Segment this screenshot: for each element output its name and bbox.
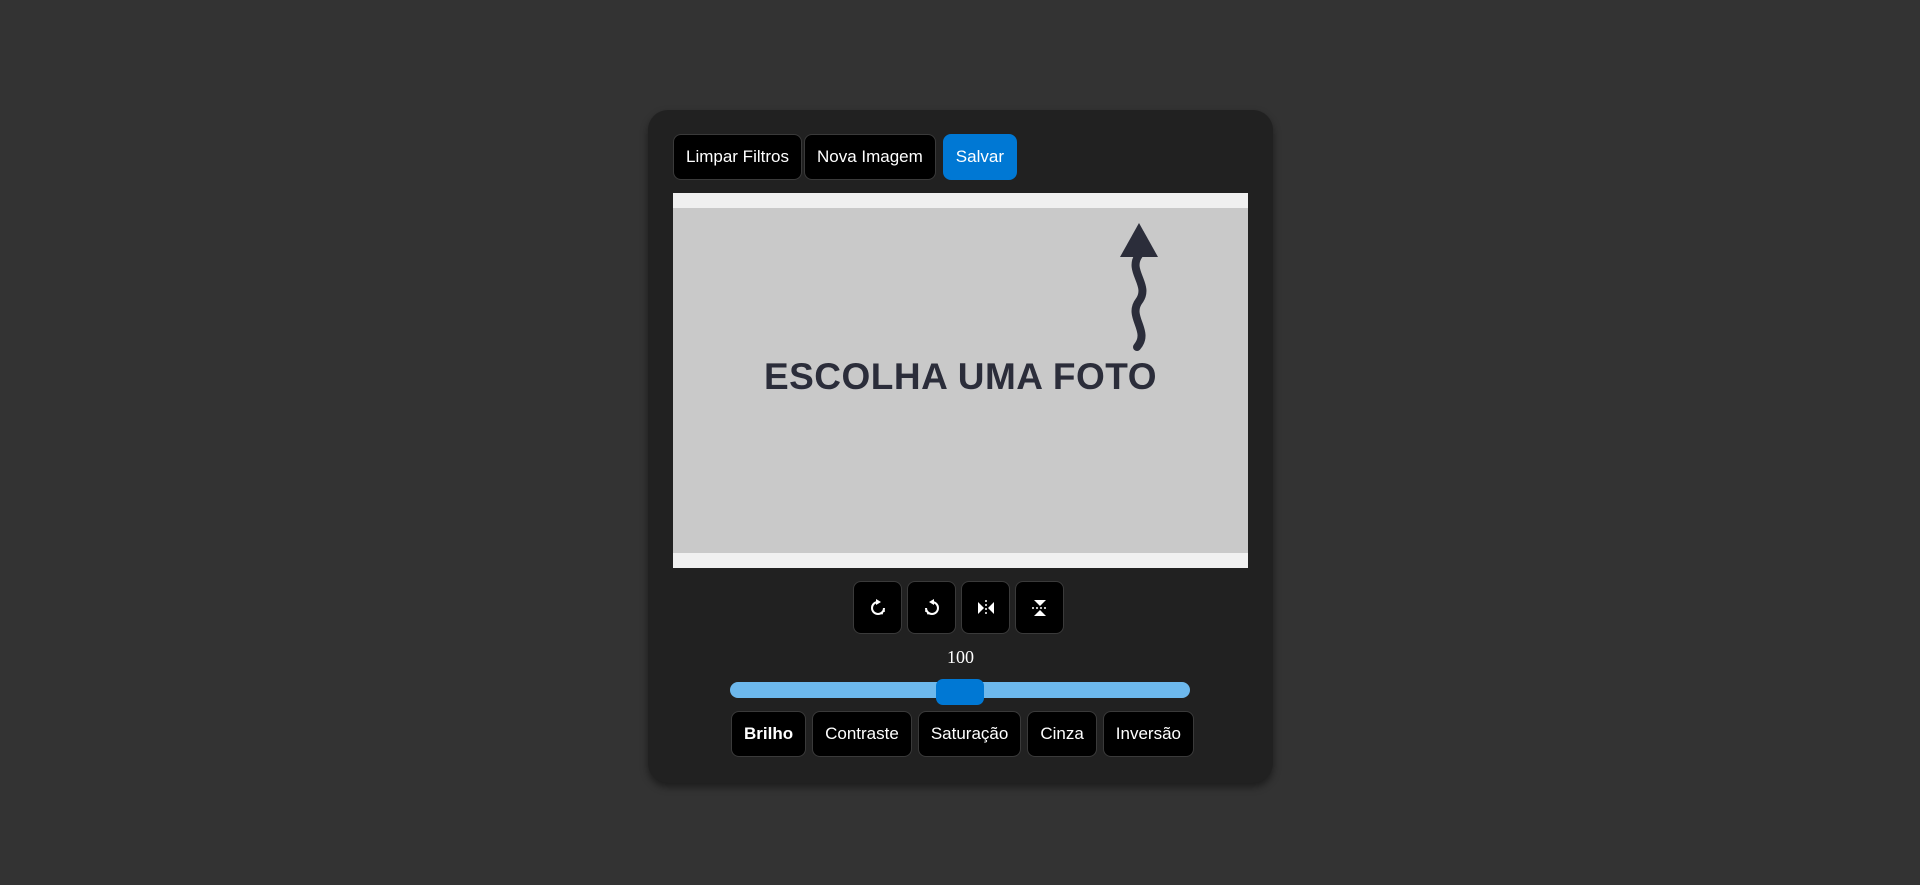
rotate-right-icon: [870, 598, 885, 615]
transform-tools: [853, 581, 1064, 634]
filter-grayscale-button[interactable]: Cinza: [1027, 711, 1097, 757]
save-button[interactable]: Salvar: [942, 134, 1017, 180]
choose-photo-text: ESCOLHA UMA FOTO: [763, 356, 1158, 397]
editor-panel: Limpar Filtros Nova Imagem Salvar ESCOLH…: [648, 110, 1273, 783]
filter-brightness-button[interactable]: Brilho: [731, 711, 807, 757]
rotate-left-icon: [924, 598, 939, 615]
clear-filters-button[interactable]: Limpar Filtros: [673, 134, 802, 180]
filter-contrast-button[interactable]: Contraste: [812, 711, 912, 757]
rotate-left-button[interactable]: [907, 581, 956, 634]
flip-horizontal-button[interactable]: [961, 581, 1010, 634]
rotate-right-button[interactable]: [853, 581, 902, 634]
top-toolbar: Limpar Filtros Nova Imagem Salvar: [673, 134, 1017, 180]
flip-horizontal-icon: [977, 599, 994, 616]
filter-slider[interactable]: [730, 679, 1190, 705]
filter-value: 100: [947, 647, 974, 667]
image-preview[interactable]: ESCOLHA UMA FOTO: [673, 193, 1248, 568]
filter-inversion-button[interactable]: Inversão: [1102, 711, 1194, 757]
filter-buttons: Brilho Contraste Saturação Cinza Inversã…: [731, 711, 1194, 757]
new-image-button[interactable]: Nova Imagem: [803, 134, 936, 180]
filter-saturation-button[interactable]: Saturação: [917, 711, 1022, 757]
wavy-up-arrow-icon: [1120, 223, 1158, 351]
flip-vertical-button[interactable]: [1015, 581, 1064, 634]
flip-vertical-icon: [1031, 599, 1048, 616]
slider-thumb[interactable]: [936, 679, 984, 705]
